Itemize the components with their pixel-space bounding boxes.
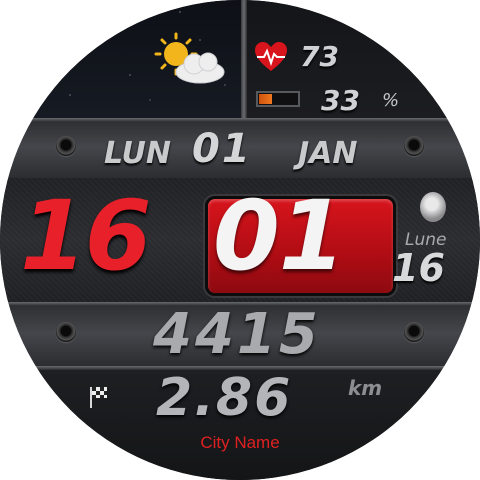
battery-value[interactable]: 33 bbox=[321, 84, 360, 117]
moon-phase-icon[interactable] bbox=[420, 192, 446, 222]
battery-level-fill bbox=[259, 94, 273, 104]
distance-value[interactable]: 2.86 bbox=[156, 368, 292, 428]
partly-cloudy-icon bbox=[154, 32, 225, 84]
moon-value: 16 bbox=[392, 246, 445, 290]
date-day: 01 bbox=[192, 126, 252, 172]
screw-icon bbox=[56, 322, 76, 342]
battery-unit: % bbox=[382, 90, 400, 111]
watch-face: 73 33 % LUN 01 JAN 16 01 Lune 16 4415 2.… bbox=[0, 0, 480, 480]
time-minute: 01 bbox=[213, 180, 346, 292]
heart-pulse-icon bbox=[255, 42, 287, 71]
screw-icon bbox=[404, 322, 424, 342]
screw-icon bbox=[404, 136, 424, 156]
distance-unit: km bbox=[348, 376, 383, 400]
steps-value: 4415 bbox=[153, 302, 321, 367]
checkered-flag-icon bbox=[90, 387, 107, 408]
time-hour: 16 bbox=[20, 180, 152, 292]
date-weekday: LUN bbox=[104, 136, 171, 171]
screw-icon bbox=[56, 136, 76, 156]
battery-icon bbox=[256, 91, 300, 107]
heart-rate-value[interactable]: 73 bbox=[300, 40, 339, 73]
city-name: City Name bbox=[200, 433, 280, 452]
date-month: JAN bbox=[298, 136, 358, 171]
